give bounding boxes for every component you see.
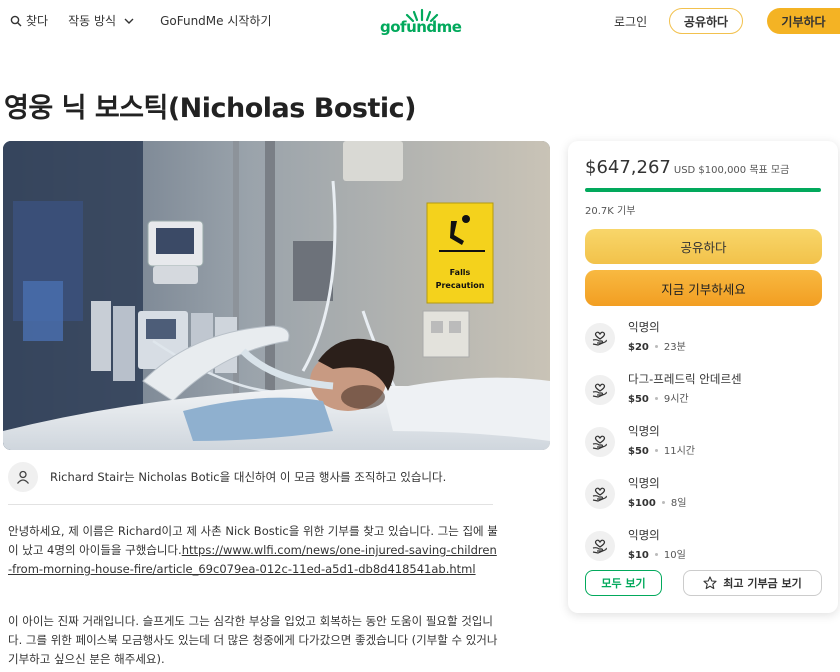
organizer-text: Richard Stair는 Nicholas Botic을 대신하여 이 모금…: [50, 470, 447, 484]
search-icon: [10, 15, 22, 26]
donation-amount: $10: [628, 550, 649, 561]
see-top-donations-button[interactable]: 최고 기부금 보기: [683, 570, 822, 596]
story-paragraph-1: 안녕하세요, 제 이름은 Richard이고 제 사촌 Nick Bostic을…: [8, 522, 498, 579]
donor-name: 다그-프레드릭 안데르센: [628, 372, 742, 386]
donation-amount: $50: [628, 394, 649, 405]
donation-meta: $10 10일: [628, 546, 686, 561]
see-all-button[interactable]: 모두 보기: [585, 570, 662, 596]
donation-hands-icon: [585, 323, 615, 353]
header-donate-button[interactable]: 기부하다: [767, 8, 840, 34]
donation-list-item: 익명의 $20 23분: [585, 319, 825, 363]
donation-hands-icon: [585, 531, 615, 561]
donation-card: $647,267 USD $100,000 목표 모금 20.7K 기부 공유하다…: [568, 141, 838, 613]
see-top-donations-label: 최고 기부금 보기: [723, 577, 802, 590]
separator-dot: [661, 500, 665, 504]
donation-time: 10일: [663, 550, 686, 561]
donation-list-item: 익명의 $50 11시간: [585, 423, 825, 467]
story-paragraph-2: 이 아이는 진짜 거래입니다. 슬프게도 그는 심각한 부상을 입었고 회복하는…: [8, 614, 498, 666]
donation-amount: $50: [628, 446, 649, 457]
hospital-scene-illustration: Falls Precaution: [3, 141, 550, 450]
organizer-row: Richard Stair는 Nicholas Botic을 대신하여 이 모금…: [8, 462, 446, 492]
chevron-down-icon: [124, 18, 134, 24]
star-icon: [703, 576, 717, 590]
donation-amount: $20: [628, 342, 649, 353]
progress-bar: [585, 188, 821, 192]
user-icon: [16, 470, 30, 484]
donation-meta: $50 11시간: [628, 442, 695, 457]
donation-hands-icon: [585, 479, 615, 509]
donor-name: 익명의: [628, 528, 660, 542]
goal-text: USD $100,000 목표 모금: [673, 165, 790, 176]
start-gofundme-label: GoFundMe 시작하기: [160, 14, 272, 28]
donation-meta: $20 23분: [628, 338, 686, 353]
amount-raised: $647,267 USD $100,000 목표 모금: [585, 157, 789, 178]
donation-time: 11시간: [663, 446, 695, 457]
separator-dot: [654, 344, 658, 348]
how-it-works-dropdown[interactable]: 작동 방식: [68, 12, 140, 29]
falls-sign-line1: Falls: [450, 268, 471, 277]
raised-amount: $647,267: [585, 157, 671, 178]
how-it-works-label: 작동 방식: [68, 14, 117, 28]
donation-list-item: 다그-프레드릭 안데르센 $50 9시간: [585, 371, 825, 415]
share-button[interactable]: 공유하다: [585, 229, 822, 264]
donations-count: 20.7K 기부: [585, 206, 636, 217]
start-gofundme-link[interactable]: GoFundMe 시작하기: [160, 12, 271, 29]
separator-dot: [654, 396, 658, 400]
donation-meta: $50 9시간: [628, 390, 689, 405]
section-divider: [8, 504, 493, 505]
search-link[interactable]: 찾다: [10, 12, 48, 29]
donation-amount: $100: [628, 498, 656, 509]
donor-name: 익명의: [628, 320, 660, 334]
donate-now-button[interactable]: 지금 기부하세요: [585, 270, 822, 306]
donation-time: 9시간: [663, 394, 689, 405]
header-share-button[interactable]: 공유하다: [669, 8, 743, 34]
top-navigation: 찾다 작동 방식 GoFundMe 시작하기 gofundme 로그인 공유하다…: [0, 0, 840, 44]
falls-sign-line2: Precaution: [436, 281, 485, 290]
organizer-avatar[interactable]: [8, 462, 38, 492]
separator-dot: [654, 552, 658, 556]
donation-time: 23분: [663, 342, 686, 353]
gofundme-logo[interactable]: gofundme: [380, 8, 464, 38]
donation-list-item: 익명의 $100 8일: [585, 475, 825, 519]
donation-hands-icon: [585, 375, 615, 405]
campaign-title: 영웅 닉 보스틱(Nicholas Bostic): [4, 93, 416, 124]
login-link[interactable]: 로그인: [614, 13, 647, 30]
progress-fill: [585, 188, 821, 192]
logo-text: gofundme: [380, 18, 462, 36]
donation-time: 8일: [670, 498, 687, 509]
campaign-hero-image[interactable]: Falls Precaution: [3, 141, 550, 450]
search-label: 찾다: [26, 14, 49, 28]
donor-name: 익명의: [628, 424, 660, 438]
donation-list-item: 익명의 $10 10일: [585, 527, 825, 571]
separator-dot: [654, 448, 658, 452]
nav-left: 찾다 작동 방식 GoFundMe 시작하기: [10, 12, 292, 29]
donor-name: 익명의: [628, 476, 660, 490]
donation-hands-icon: [585, 427, 615, 457]
donation-meta: $100 8일: [628, 494, 686, 509]
